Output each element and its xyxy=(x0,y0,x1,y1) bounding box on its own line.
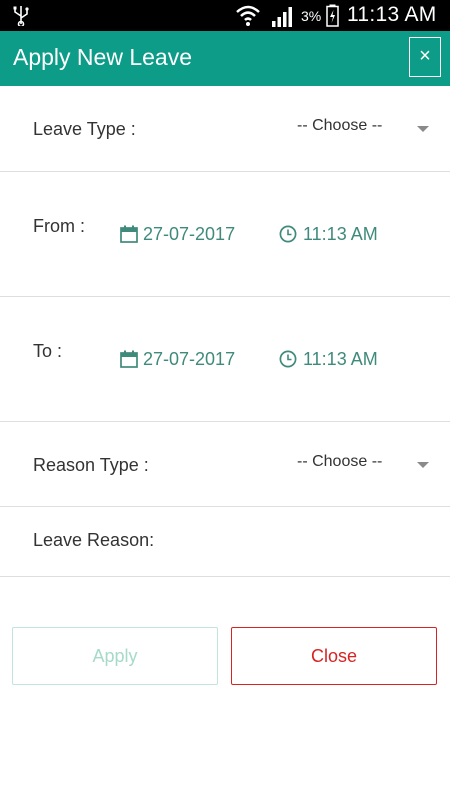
status-clock: 11:13 AM xyxy=(347,3,437,26)
wifi-icon xyxy=(236,5,260,26)
battery-percentage: 3% xyxy=(301,8,322,24)
reason-type-row: Reason Type : -- Choose -- xyxy=(0,422,450,507)
app-header: Apply New Leave xyxy=(0,31,450,86)
apply-button[interactable]: Apply xyxy=(12,627,218,685)
leave-type-label: Leave Type : xyxy=(33,119,136,139)
leave-type-dropdown-icon[interactable] xyxy=(417,126,429,132)
leave-type-row: Leave Type : -- Choose -- xyxy=(0,86,450,172)
from-date-picker[interactable]: 27-07-2017 xyxy=(120,224,255,246)
to-label: To : xyxy=(33,341,63,361)
from-time-picker[interactable]: 11:13 AM xyxy=(279,224,399,246)
reason-type-select[interactable]: -- Choose -- xyxy=(297,453,382,471)
signal-icon xyxy=(272,7,292,27)
close-dialog-button[interactable]: × xyxy=(409,37,441,77)
to-date-picker[interactable]: 27-07-2017 xyxy=(120,349,255,371)
calendar-icon xyxy=(120,350,138,368)
clock-icon xyxy=(279,350,297,368)
from-label: From : xyxy=(33,216,85,236)
leave-reason-row[interactable]: Leave Reason: xyxy=(0,507,450,577)
to-date-value: 27-07-2017 xyxy=(143,349,236,369)
leave-type-select[interactable]: -- Choose -- xyxy=(297,117,382,135)
usb-icon xyxy=(13,6,29,26)
calendar-icon xyxy=(120,225,138,243)
page-title: Apply New Leave xyxy=(13,44,192,70)
status-bar: 3% 11:13 AM xyxy=(0,0,450,31)
to-time-picker[interactable]: 11:13 AM xyxy=(279,349,399,371)
reason-type-label: Reason Type : xyxy=(33,455,149,475)
reason-type-dropdown-icon[interactable] xyxy=(417,462,429,468)
close-button[interactable]: Close xyxy=(231,627,437,685)
from-row: From : 27-07-2017 11:13 AM xyxy=(0,172,450,297)
battery-icon xyxy=(326,4,339,27)
from-time-value: 11:13 AM xyxy=(303,224,378,244)
to-row: To : 27-07-2017 11:13 AM xyxy=(0,297,450,422)
leave-reason-label: Leave Reason: xyxy=(33,530,155,550)
clock-icon xyxy=(279,225,297,243)
to-time-value: 11:13 AM xyxy=(303,349,378,369)
from-date-value: 27-07-2017 xyxy=(143,224,236,244)
